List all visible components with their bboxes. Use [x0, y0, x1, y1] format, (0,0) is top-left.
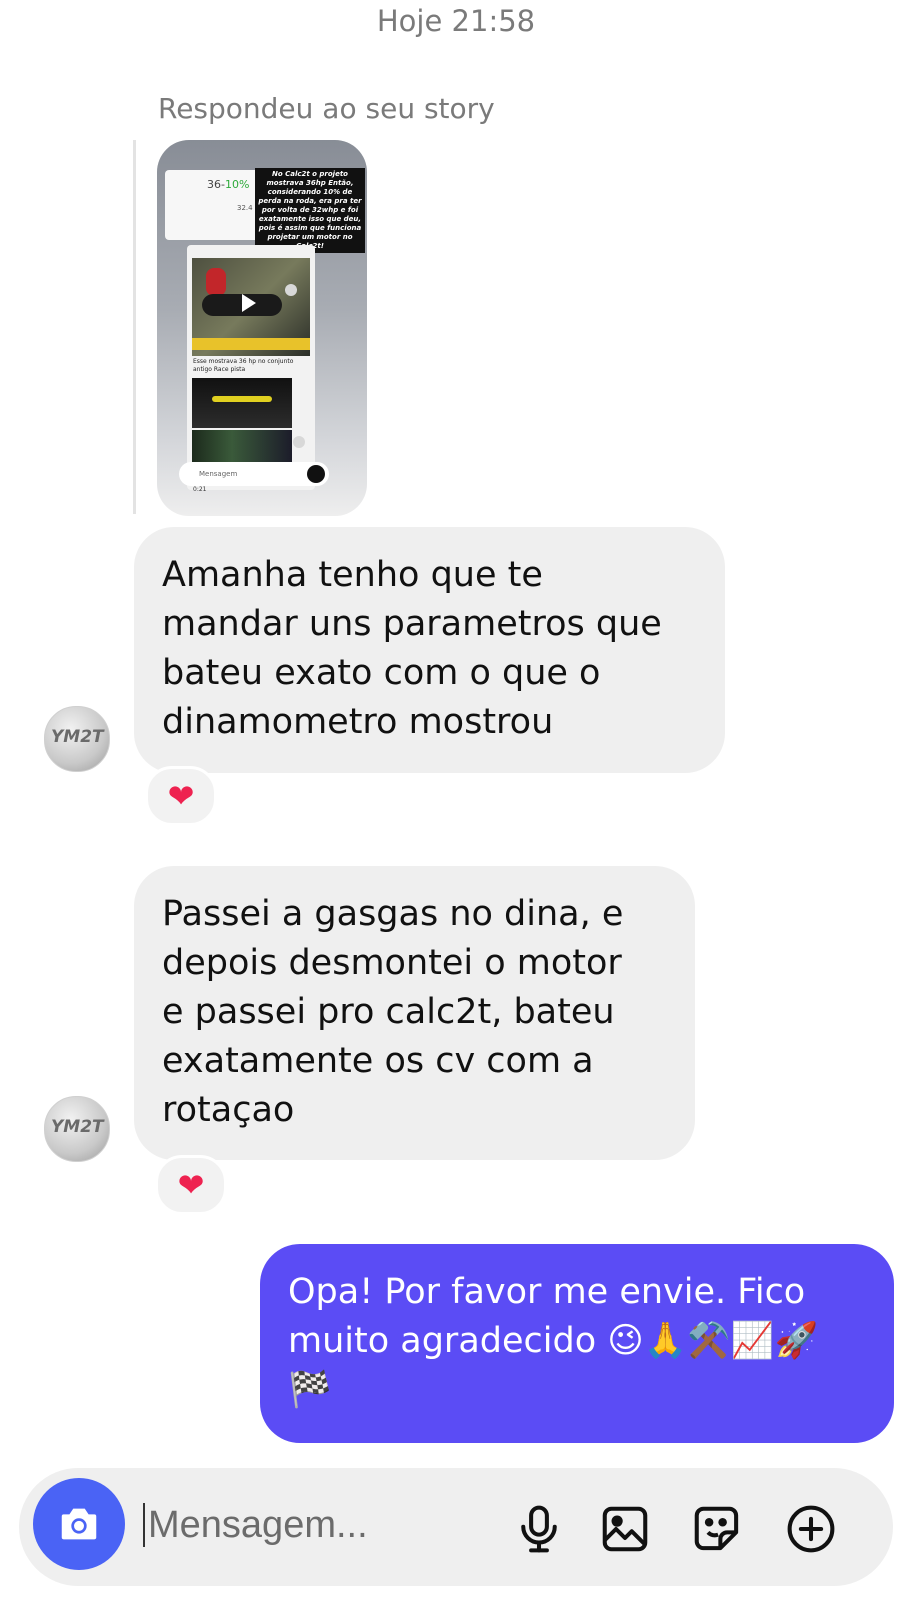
incoming-message-bubble[interactable]: Passei a gasgas no dina, e depois desmon…	[134, 866, 695, 1160]
text-cursor	[143, 1503, 145, 1547]
avatar-logo: YM2T	[51, 1117, 104, 1137]
reply-indicator-line	[133, 140, 136, 514]
gallery-icon[interactable]	[598, 1502, 652, 1556]
play-icon	[242, 294, 256, 312]
story-video	[192, 258, 310, 356]
outgoing-message-bubble[interactable]: Opa! Por favor me envie. Fico muito agra…	[260, 1244, 894, 1443]
story-stat: 36-10%	[207, 178, 249, 191]
message-input[interactable]	[146, 1496, 480, 1554]
story-stat-sub: 32.4	[237, 204, 253, 212]
forward-icon	[293, 436, 305, 448]
sender-avatar[interactable]: YM2T	[44, 1096, 110, 1162]
forward-icon	[285, 284, 297, 296]
incoming-message-bubble[interactable]: Amanha tenho que te mandar uns parametro…	[134, 527, 725, 773]
story-thumbnail[interactable]: 36-10% 32.4 No Calc2t o projeto mostrava…	[157, 140, 367, 516]
camera-icon	[61, 1508, 97, 1540]
story-chat-caption: Esse mostrava 36 hp no conjunto antigo R…	[193, 358, 294, 373]
dyno-ramp	[192, 338, 310, 350]
heart-icon: ❤	[177, 1166, 205, 1204]
add-icon[interactable]	[784, 1502, 838, 1556]
sticker-icon[interactable]	[690, 1502, 744, 1556]
camera-button[interactable]	[33, 1478, 125, 1570]
rider-figure	[206, 268, 226, 296]
dyno-screen-image	[192, 378, 292, 428]
story-stat-prefix: 36-	[207, 178, 225, 191]
chat-screen: Hoje 21:58 Respondeu ao seu story 36-10%…	[0, 0, 912, 1600]
date-divider: Hoje 21:58	[376, 4, 536, 38]
heart-reaction[interactable]: ❤	[155, 1155, 227, 1215]
story-reply-note: Respondeu ao seu story	[158, 92, 495, 125]
story-stat-green: 10%	[224, 178, 250, 191]
sender-avatar[interactable]: YM2T	[44, 706, 110, 772]
microphone-icon[interactable]	[512, 1502, 566, 1556]
story-video-time: 0:21	[193, 486, 207, 493]
dyno-trace	[212, 396, 272, 402]
story-composer-placeholder: Mensagem	[199, 470, 238, 478]
heart-icon: ❤	[167, 777, 195, 815]
story-send-icon	[307, 465, 325, 483]
heart-reaction[interactable]: ❤	[145, 766, 217, 826]
avatar-logo: YM2T	[51, 727, 104, 747]
story-overlay-text: No Calc2t o projeto mostrava 36hp Então,…	[255, 168, 365, 253]
